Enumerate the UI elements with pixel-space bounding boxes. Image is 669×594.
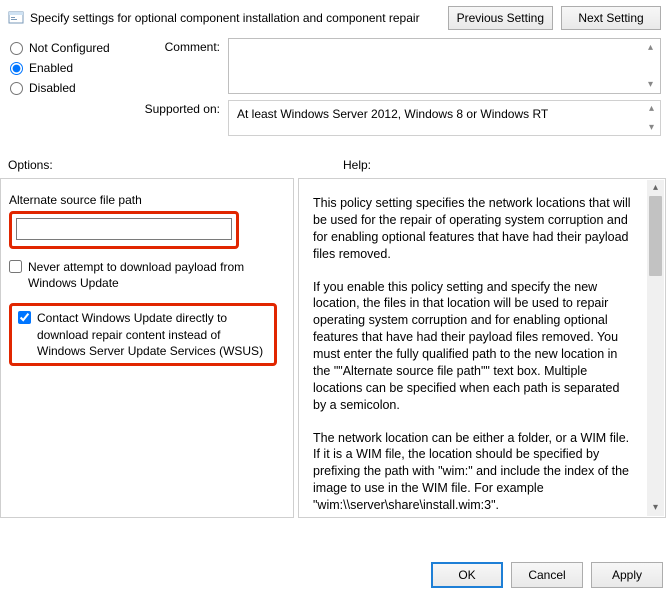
label-enabled[interactable]: Enabled: [29, 61, 73, 75]
scroll-up-icon[interactable]: ▴: [643, 40, 658, 55]
scroll-down-icon[interactable]: ▾: [643, 77, 658, 92]
help-pane: This policy setting specifies the networ…: [298, 178, 666, 518]
comment-textarea[interactable]: ▴ ▾: [228, 38, 661, 94]
checkbox-contact-wu[interactable]: [18, 311, 31, 324]
radio-enabled[interactable]: [10, 62, 23, 75]
alternate-path-input[interactable]: [16, 218, 232, 240]
label-disabled[interactable]: Disabled: [29, 81, 76, 95]
help-section-label: Help:: [343, 158, 371, 172]
label-not-configured[interactable]: Not Configured: [29, 41, 110, 55]
comment-label: Comment:: [130, 38, 228, 54]
checkbox-contact-wu-label[interactable]: Contact Windows Update directly to downl…: [37, 310, 268, 359]
help-p2: If you enable this policy setting and sp…: [313, 279, 631, 414]
supported-on-box: At least Windows Server 2012, Windows 8 …: [228, 100, 661, 136]
radio-disabled[interactable]: [10, 82, 23, 95]
checkbox-never-download[interactable]: [9, 260, 22, 273]
help-p1: This policy setting specifies the networ…: [313, 195, 631, 263]
scroll-down-icon[interactable]: ▾: [647, 500, 664, 516]
alternate-path-label: Alternate source file path: [9, 193, 285, 207]
help-scrollbar[interactable]: ▴ ▾: [647, 180, 664, 516]
supported-on-value: At least Windows Server 2012, Windows 8 …: [237, 107, 548, 121]
highlight-alt-path: [9, 211, 239, 249]
previous-setting-button[interactable]: Previous Setting: [448, 6, 553, 30]
supported-on-label: Supported on:: [130, 100, 228, 116]
highlight-contact-wu: Contact Windows Update directly to downl…: [9, 303, 277, 366]
scroll-down-icon[interactable]: ▾: [644, 120, 659, 135]
apply-button[interactable]: Apply: [591, 562, 663, 588]
scrollbar-thumb[interactable]: [649, 196, 662, 276]
radio-not-configured[interactable]: [10, 42, 23, 55]
checkbox-never-download-label[interactable]: Never attempt to download payload from W…: [28, 259, 269, 291]
help-p3: The network location can be either a fol…: [313, 430, 631, 514]
options-section-label: Options:: [8, 158, 343, 172]
scroll-up-icon[interactable]: ▴: [644, 101, 659, 116]
window-title: Specify settings for optional component …: [30, 11, 420, 25]
scroll-up-icon[interactable]: ▴: [647, 180, 664, 196]
ok-button[interactable]: OK: [431, 562, 503, 588]
options-pane: Alternate source file path Never attempt…: [0, 178, 294, 518]
cancel-button[interactable]: Cancel: [511, 562, 583, 588]
next-setting-button[interactable]: Next Setting: [561, 6, 661, 30]
policy-icon: [8, 10, 24, 26]
